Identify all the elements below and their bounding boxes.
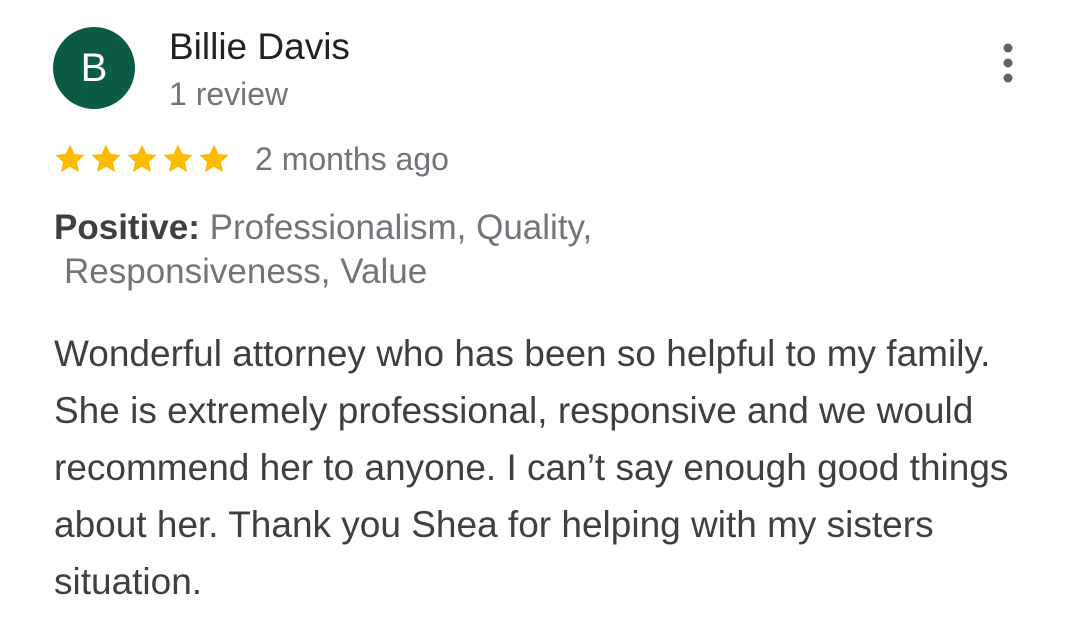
star-icon	[199, 144, 229, 173]
more-vert-icon	[1003, 43, 1013, 83]
avatar[interactable]: B	[53, 27, 135, 109]
reviewer-name[interactable]: Billie Davis	[169, 26, 350, 68]
attributes-values-line2: Responsiveness, Value	[64, 252, 428, 291]
review-date: 2 months ago	[255, 141, 449, 177]
attributes-label: Positive:	[54, 208, 200, 247]
review-text: Wonderful attorney who has been so helpf…	[54, 333, 1009, 602]
star-icon	[91, 144, 121, 173]
star-icon	[127, 144, 157, 173]
attributes-values-line1: Professionalism, Quality,	[209, 208, 593, 247]
star-icon	[163, 144, 193, 173]
star-icon	[55, 144, 85, 173]
review-card: B Billie Davis 1 review 2 months ago Pos…	[0, 0, 1080, 635]
review-count[interactable]: 1 review	[169, 76, 288, 113]
more-options-button[interactable]	[992, 40, 1024, 86]
star-rating	[53, 139, 233, 179]
review-attributes: Positive: Professionalism, Quality, Resp…	[54, 206, 734, 294]
